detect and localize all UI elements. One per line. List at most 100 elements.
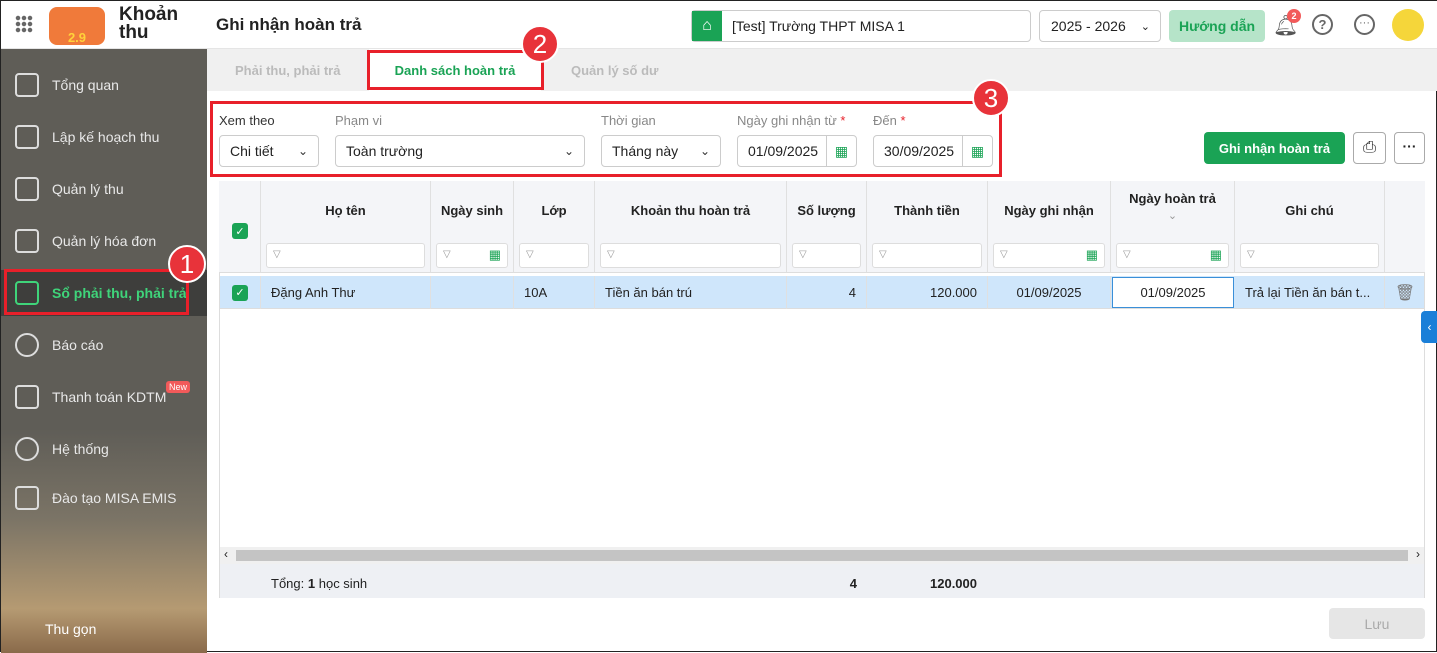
save-button[interactable]: Lưu	[1329, 608, 1425, 639]
view-label: Xem theo	[219, 113, 275, 128]
chevron-down-icon: ⌄	[1140, 20, 1150, 33]
cell-dob	[431, 276, 514, 309]
scope-label: Phạm vi	[335, 113, 382, 128]
col-qty: Số lượng ▽	[787, 181, 867, 273]
sidebar: Tổng quan Lập kế hoạch thu Quản lý thu Q…	[1, 49, 207, 653]
tab-balance[interactable]: Quản lý số dư	[571, 49, 658, 91]
book-icon	[15, 486, 39, 510]
col-actions	[1385, 181, 1425, 273]
time-select[interactable]: Tháng này ⌄	[601, 135, 721, 167]
annotation-3: 3	[972, 79, 1010, 117]
more-options-button[interactable]: ···	[1394, 132, 1425, 164]
cell-amount: 120.000	[867, 276, 988, 309]
calendar-icon: ▦	[1209, 247, 1222, 262]
select-all-cell: ✓	[219, 181, 261, 273]
filter-qty[interactable]: ▽	[792, 243, 861, 268]
chevron-down-icon: ⌄	[563, 144, 574, 158]
col-item: Khoản thu hoàn trả ▽	[595, 181, 787, 273]
calendar-icon[interactable]: ▦	[826, 136, 856, 166]
card-icon	[15, 385, 39, 409]
cell-class: 10A	[514, 276, 595, 309]
calendar-money-icon	[15, 125, 39, 149]
view-select[interactable]: Chi tiết ⌄	[219, 135, 319, 167]
sidebar-item-system[interactable]: Hệ thống	[1, 426, 207, 472]
from-date-label: Ngày ghi nhận từ *	[737, 113, 846, 128]
from-date-input[interactable]: 01/09/2025 ▦	[737, 135, 857, 167]
top-header: 2.9 Khoản thu Ghi nhận hoàn trả ⌂ [Test] …	[1, 1, 1437, 49]
to-date-input[interactable]: 30/09/2025 ▦	[873, 135, 993, 167]
app-name: Khoản thu	[119, 4, 179, 43]
cell-note: Trả lại Tiền ăn bán t...	[1235, 276, 1385, 309]
filter-name[interactable]: ▽	[266, 243, 425, 268]
more-icon[interactable]: ···	[1354, 14, 1375, 35]
chevron-down-icon: ⌄	[699, 144, 710, 158]
tab-receivables[interactable]: Phải thu, phải trả	[235, 49, 340, 91]
guide-button[interactable]: Hướng dẫn	[1169, 10, 1265, 42]
year-select[interactable]: 2025 - 2026 ⌄	[1039, 10, 1161, 42]
sidebar-toggle-tab[interactable]: ‹	[1421, 311, 1437, 343]
cell-item: Tiền ăn bán trú	[595, 276, 787, 309]
horizontal-scrollbar[interactable]: ‹ ›	[220, 547, 1424, 564]
school-selector[interactable]: ⌂ [Test] Trường THPT MISA 1	[691, 10, 1031, 42]
cell-qty: 4	[787, 276, 867, 309]
total-qty: 4	[849, 576, 857, 591]
annotation-box-1	[4, 269, 189, 315]
sidebar-item-payment[interactable]: Thanh toán KDTM New	[1, 374, 207, 420]
filter-dob[interactable]: ▽ ▦	[436, 243, 508, 268]
calendar-icon[interactable]: ▦	[962, 136, 992, 166]
cell-record-date: 01/09/2025	[988, 276, 1111, 309]
total-label: Tổng: 1 học sinh	[271, 576, 368, 591]
filter-note[interactable]: ▽	[1240, 243, 1379, 268]
filter-record-date[interactable]: ▽ ▦	[993, 243, 1105, 268]
sidebar-item-overview[interactable]: Tổng quan	[1, 62, 207, 108]
col-name: Họ tên ▽	[261, 181, 431, 273]
page-title: Ghi nhận hoàn trả	[216, 15, 362, 34]
pie-chart-icon	[15, 333, 39, 357]
apps-grid-icon[interactable]	[15, 15, 33, 33]
annotation-2: 2	[521, 25, 559, 63]
col-note: Ghi chú ▽	[1235, 181, 1385, 273]
calendar-icon: ▦	[488, 247, 501, 262]
logo-text: 2.9	[67, 30, 87, 45]
print-button[interactable]: ⎙	[1353, 132, 1386, 164]
filter-item[interactable]: ▽	[600, 243, 781, 268]
collapse-button[interactable]: Thu gọn	[45, 621, 96, 637]
total-amount: 120.000	[930, 576, 977, 591]
sort-chevron-icon: ⌄	[1167, 210, 1178, 222]
col-record-date: Ngày ghi nhận ▽ ▦	[988, 181, 1111, 273]
time-label: Thời gian	[601, 113, 656, 128]
cell-name: Đặng Anh Thư	[261, 276, 431, 309]
record-refund-button[interactable]: Ghi nhận hoàn trả	[1204, 132, 1345, 164]
help-icon[interactable]: ?	[1312, 14, 1333, 35]
school-name: [Test] Trường THPT MISA 1	[732, 18, 905, 34]
notification-badge: 2	[1287, 9, 1301, 23]
hand-money-icon	[15, 177, 39, 201]
new-badge: New	[166, 381, 191, 393]
sidebar-item-collect[interactable]: Quản lý thu	[1, 166, 207, 212]
gear-icon	[15, 437, 39, 461]
sidebar-item-plan[interactable]: Lập kế hoạch thu	[1, 114, 207, 160]
col-class: Lớp ▽	[514, 181, 595, 273]
sidebar-item-training[interactable]: Đào tạo MISA EMIS	[1, 475, 207, 521]
avatar[interactable]	[1392, 9, 1424, 41]
calendar-icon: ▦	[1085, 247, 1098, 262]
home-icon: ⌂	[692, 11, 722, 41]
annotation-box-2	[367, 50, 544, 90]
chevron-down-icon: ⌄	[297, 144, 308, 158]
trash-icon[interactable]: 🗑︎	[1385, 276, 1425, 309]
select-all-checkbox[interactable]: ✓	[232, 223, 248, 239]
filter-class[interactable]: ▽	[519, 243, 589, 268]
col-refund-date: Ngày hoàn trả ⌄ ▽ ▦	[1111, 181, 1235, 273]
col-dob: Ngày sinh ▽ ▦	[431, 181, 514, 273]
filter-refund-date[interactable]: ▽ ▦	[1116, 243, 1229, 268]
app-logo: 2.9	[49, 7, 105, 45]
filter-amount[interactable]: ▽	[872, 243, 982, 268]
annotation-1: 1	[168, 245, 206, 283]
row-checkbox[interactable]: ✓	[232, 284, 248, 301]
refund-date-input[interactable]: 01/09/2025	[1112, 277, 1234, 308]
document-icon	[15, 229, 39, 253]
sidebar-item-report[interactable]: Báo cáo	[1, 322, 207, 368]
bar-chart-icon	[15, 73, 39, 97]
to-date-label: Đến *	[873, 113, 906, 128]
scope-select[interactable]: Toàn trường ⌄	[335, 135, 585, 167]
